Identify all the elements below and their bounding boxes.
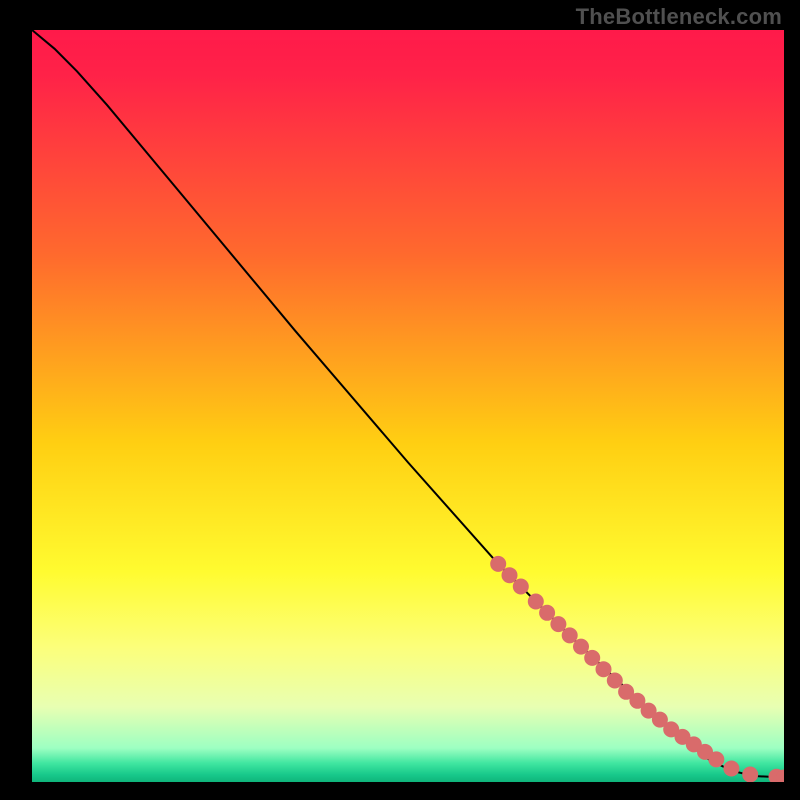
data-marker [528, 594, 544, 610]
chart-frame: TheBottleneck.com [0, 0, 800, 800]
data-marker [513, 579, 529, 595]
data-marker [490, 556, 506, 572]
data-marker [539, 605, 555, 621]
data-marker [584, 650, 600, 666]
plot-area [32, 30, 784, 782]
chart-svg [32, 30, 784, 782]
data-marker [708, 751, 724, 767]
watermark-text: TheBottleneck.com [576, 4, 782, 30]
data-marker [502, 567, 518, 583]
data-marker [723, 761, 739, 777]
data-marker [742, 767, 758, 783]
data-marker [607, 673, 623, 689]
data-marker [550, 616, 566, 632]
data-marker [596, 661, 612, 677]
gradient-background [32, 30, 784, 782]
